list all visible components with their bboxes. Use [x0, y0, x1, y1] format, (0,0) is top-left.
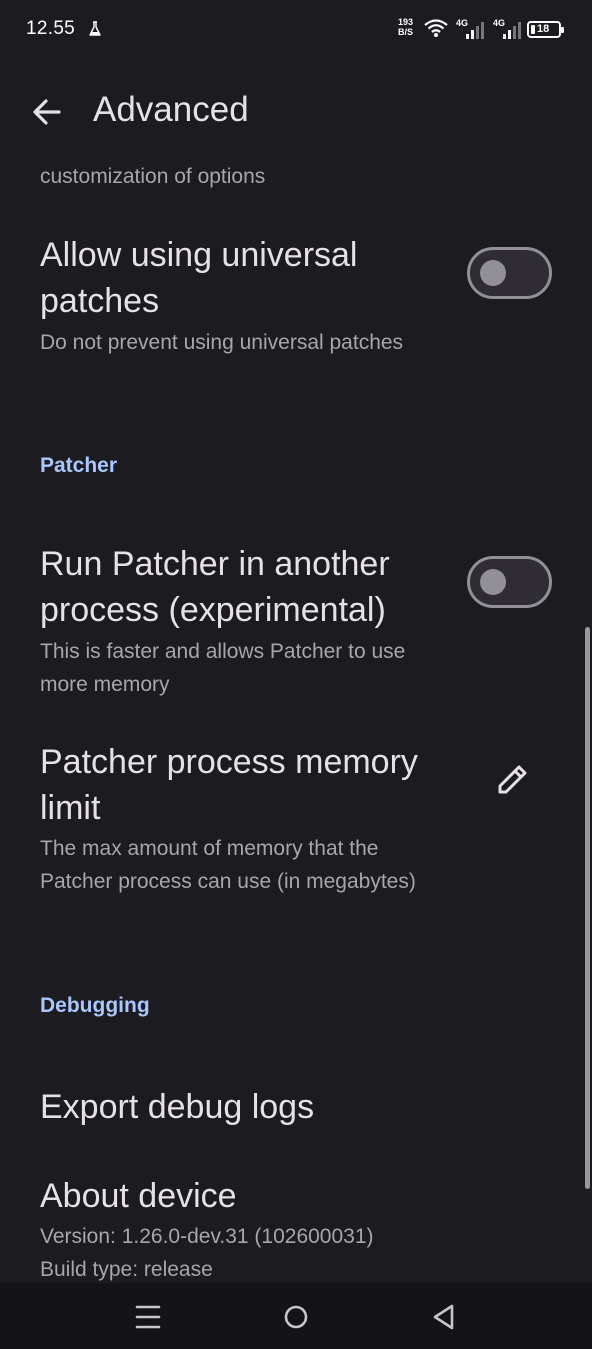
- previous-summary-tail: customization of options: [40, 165, 266, 188]
- category-debugging: Debugging: [40, 994, 150, 1017]
- system-nav-bar: [0, 1283, 592, 1349]
- about-device-build-type: Build type: release: [40, 1258, 213, 1281]
- battery-icon: 18: [527, 21, 564, 38]
- pref-run-patcher-summary: This is faster and allows Patcher to use…: [40, 640, 406, 696]
- wifi-icon: [424, 19, 448, 37]
- triangle-back-icon[interactable]: [424, 1297, 464, 1337]
- scrollbar[interactable]: [585, 627, 590, 1189]
- back-arrow-icon[interactable]: [26, 90, 70, 134]
- network-speed: 193 B/S: [398, 17, 413, 37]
- status-time: 12.55: [26, 18, 76, 39]
- signal-sim2: 4G: [493, 18, 523, 40]
- pref-memory-limit-title: Patcher process memory limit: [40, 743, 418, 827]
- signal-sim1: 4G: [456, 18, 486, 40]
- battery-level: 18: [537, 23, 550, 35]
- circle-home-icon[interactable]: [276, 1297, 316, 1337]
- about-device-version: Version: 1.26.0-dev.31 (102600031): [40, 1225, 374, 1248]
- status-bar: 12.55 193 B/S 4G 4G 18: [0, 0, 592, 62]
- run-patcher-process-switch[interactable]: [467, 556, 552, 608]
- settings-list[interactable]: customization of options Allow using uni…: [0, 164, 592, 1283]
- switch-thumb: [480, 260, 506, 286]
- flask-icon: [89, 21, 101, 36]
- pref-universal-patches-title: Allow using universal patches: [40, 236, 358, 320]
- battery-fill: [531, 25, 535, 34]
- top-app-bar: Advanced: [0, 62, 592, 164]
- pencil-edit-icon[interactable]: [492, 758, 534, 800]
- pref-memory-limit-summary: The max amount of memory that the Patche…: [40, 837, 416, 893]
- pref-run-patcher-title: Run Patcher in another process (experime…: [40, 545, 390, 629]
- pref-about-device-title: About device: [40, 1177, 237, 1215]
- network-speed-unit: B/S: [398, 27, 414, 37]
- signal-bars-icon: [466, 22, 484, 39]
- signal-bars-icon: [503, 22, 521, 39]
- universal-patches-switch[interactable]: [467, 247, 552, 299]
- page-title: Advanced: [93, 90, 249, 129]
- menu-lines-icon[interactable]: [128, 1297, 168, 1337]
- category-patcher: Patcher: [40, 454, 118, 477]
- switch-thumb: [480, 569, 506, 595]
- network-speed-value: 193: [398, 17, 414, 27]
- pref-universal-patches-summary: Do not prevent using universal patches: [40, 331, 404, 354]
- pref-export-logs-title: Export debug logs: [40, 1088, 315, 1126]
